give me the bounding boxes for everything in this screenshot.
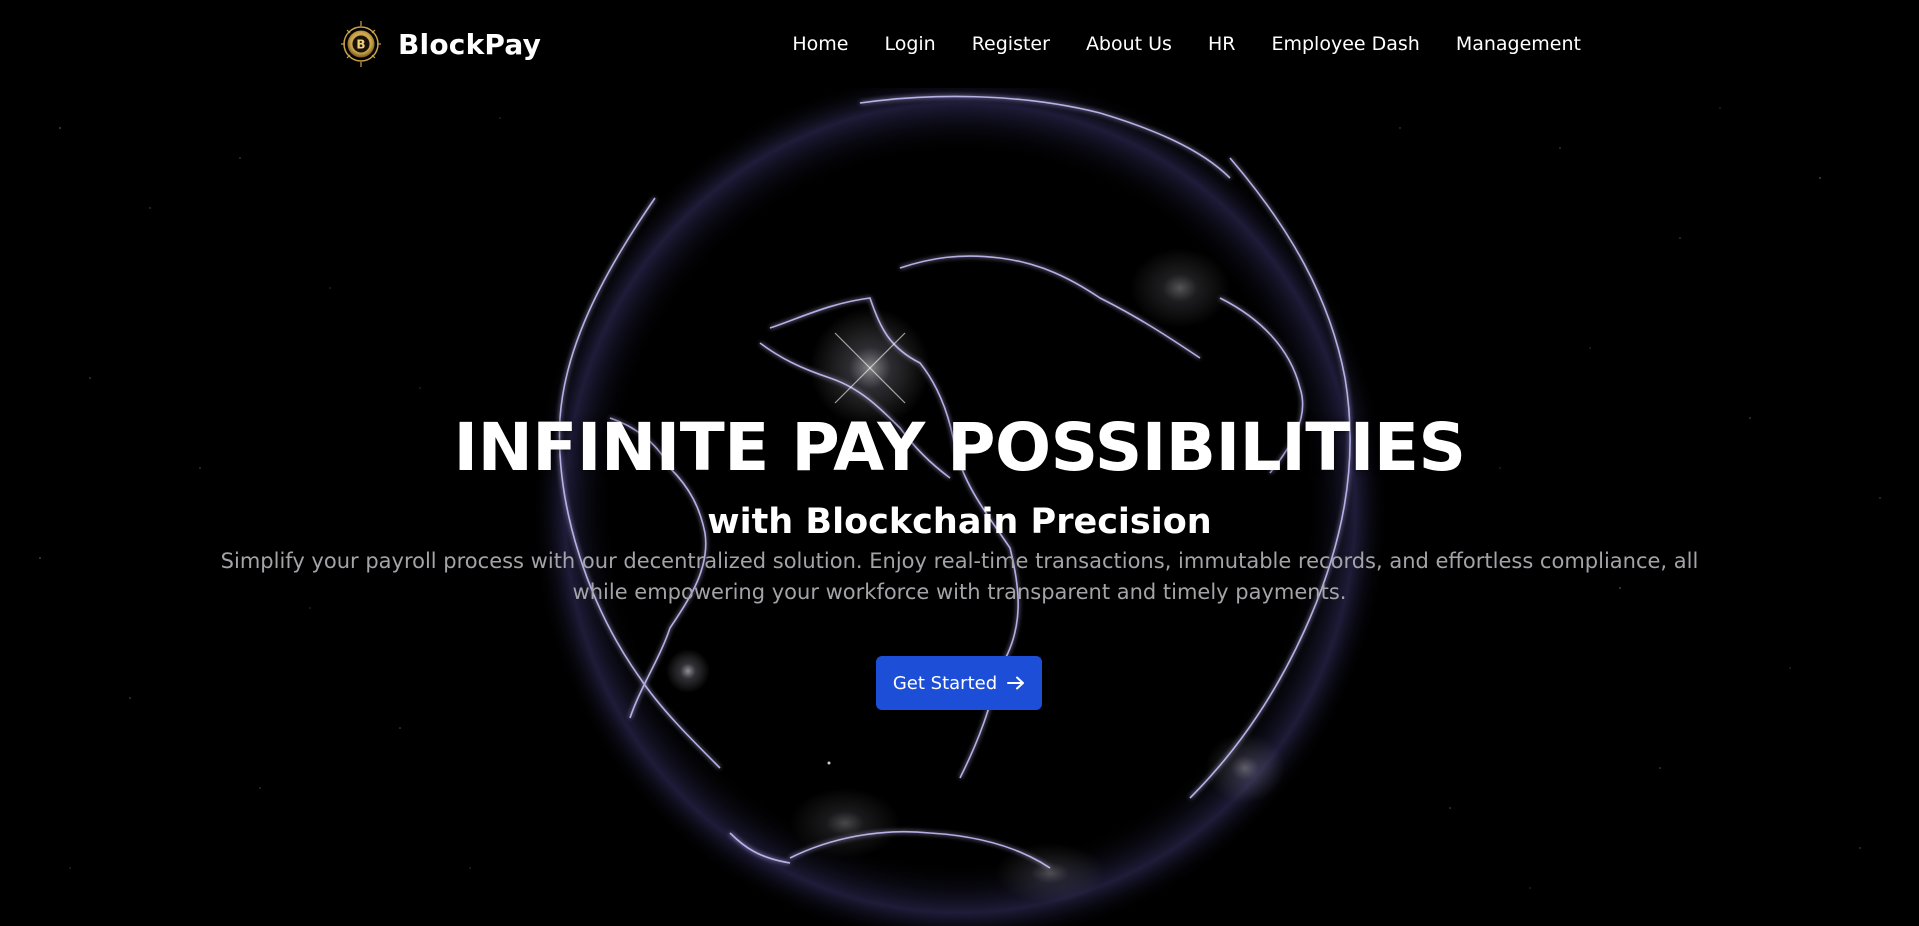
hero-title: INFINITE PAY POSSIBILITIES [453, 409, 1466, 486]
get-started-button[interactable]: Get Started [876, 656, 1042, 710]
arrow-right-icon [1007, 676, 1025, 690]
nav-link-register[interactable]: Register [972, 30, 1050, 58]
nav-link-login[interactable]: Login [884, 30, 935, 58]
bitcoin-coin-icon: B [341, 21, 381, 67]
landing-page: B BlockPay Home Login Register About Us … [0, 0, 1919, 926]
nav-link-hr[interactable]: HR [1208, 30, 1236, 58]
nav-link-home[interactable]: Home [792, 30, 848, 58]
logo-letter: B [356, 38, 365, 52]
navbar: B BlockPay Home Login Register About Us … [0, 0, 1919, 88]
nav-link-employee-dash[interactable]: Employee Dash [1271, 30, 1419, 58]
brand-name: BlockPay [398, 27, 542, 61]
nav-links: Home Login Register About Us HR Employee… [756, 30, 1581, 58]
hero-description: Simplify your payroll process with our d… [220, 549, 1699, 604]
nav-link-about-us[interactable]: About Us [1086, 30, 1172, 58]
get-started-label: Get Started [892, 672, 998, 694]
hero-subtitle: with Blockchain Precision [707, 502, 1212, 542]
hero-section: INFINITE PAY POSSIBILITIES with Blockcha… [0, 88, 1919, 926]
brand-link[interactable]: B BlockPay [340, 19, 541, 69]
nav-link-management[interactable]: Management [1456, 30, 1581, 58]
